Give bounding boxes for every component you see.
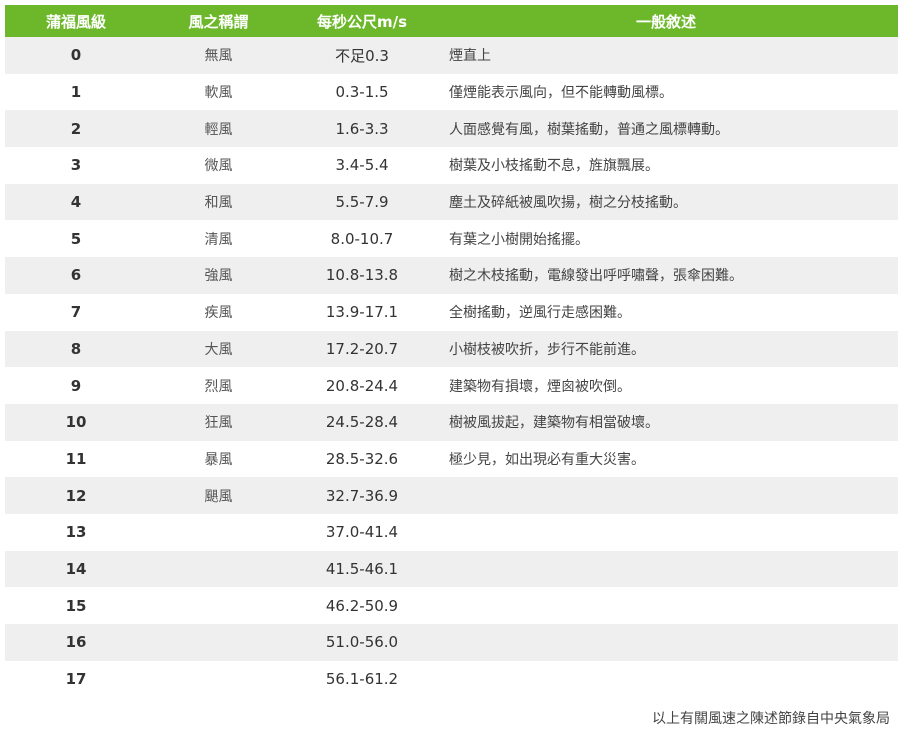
cell-description: 樹之木枝搖動，電線發出呼呼嘯聲，張傘困難。	[449, 268, 743, 285]
cell-name	[147, 587, 290, 624]
cell-speed: 3.4-5.4	[335, 156, 389, 175]
cell-description: 建築物有損壞，煙囪被吹倒。	[449, 378, 631, 395]
cell-level: 2	[70, 119, 82, 138]
cell-description	[434, 587, 898, 624]
cell-description: 樹葉及小枝搖動不息，旌旗飄展。	[449, 158, 659, 175]
cell-name: 颶風	[204, 488, 233, 505]
table-row: 16 51.0-56.0	[5, 624, 898, 661]
header-description: 一般敘述	[635, 12, 696, 31]
cell-name: 烈風	[204, 378, 233, 395]
cell-description: 塵土及碎紙被風吹揚，樹之分枝搖動。	[449, 195, 687, 212]
table-row: 10 狂風 24.5-28.4 樹被風拔起，建築物有相當破壞。	[5, 403, 898, 441]
table-row: 7 疾風 13.9-17.1 全樹搖動，逆風行走感困難。	[5, 293, 898, 331]
cell-description: 煙直上	[449, 48, 491, 65]
header-speed: 每秒公尺m/s	[316, 12, 408, 31]
cell-level: 1	[70, 83, 82, 102]
cell-name: 疾風	[204, 305, 233, 322]
cell-description: 全樹搖動，逆風行走感困難。	[449, 305, 631, 322]
cell-speed: 41.5-46.1	[325, 559, 399, 578]
cell-level: 8	[70, 339, 82, 358]
cell-description	[434, 477, 898, 514]
cell-name: 狂風	[204, 415, 233, 432]
cell-level: 9	[70, 376, 82, 395]
table-row: 14 41.5-46.1	[5, 550, 898, 588]
cell-speed: 37.0-41.4	[325, 523, 399, 542]
cell-level: 15	[65, 596, 87, 615]
cell-speed: 46.2-50.9	[325, 596, 399, 615]
cell-speed: 56.1-61.2	[325, 670, 399, 689]
table-row: 3 微風 3.4-5.4 樹葉及小枝搖動不息，旌旗飄展。	[5, 147, 898, 184]
cell-description	[434, 661, 898, 698]
cell-level: 7	[70, 303, 82, 322]
table-row: 6 強風 10.8-13.8 樹之木枝搖動，電線發出呼呼嘯聲，張傘困難。	[5, 257, 898, 294]
cell-name: 和風	[204, 195, 233, 212]
beaufort-scale-table: 蒲福風級 風之稱謂 每秒公尺m/s 一般敘述 0 無風 不足0.3 煙直上 1 軟風 0.3…	[5, 5, 898, 698]
cell-level: 13	[65, 523, 87, 542]
source-note: 以上有關風速之陳述節錄自中央氣象局	[652, 711, 890, 727]
cell-name: 軟風	[204, 85, 233, 102]
cell-speed: 28.5-32.6	[325, 449, 399, 468]
cell-level: 17	[65, 670, 87, 689]
cell-speed: 51.0-56.0	[325, 633, 399, 652]
cell-speed: 5.5-7.9	[335, 193, 389, 212]
header-name: 風之稱謂	[188, 12, 249, 31]
cell-level: 6	[70, 266, 82, 285]
cell-description: 小樹枝被吹折，步行不能前進。	[449, 341, 645, 358]
cell-name	[147, 551, 290, 588]
cell-level: 3	[70, 156, 82, 175]
cell-level: 16	[65, 633, 87, 652]
cell-description: 樹被風拔起，建築物有相當破壞。	[449, 415, 659, 432]
cell-name: 無風	[204, 48, 233, 65]
cell-speed: 20.8-24.4	[325, 376, 399, 395]
cell-speed: 24.5-28.4	[325, 413, 399, 432]
table-row: 13 37.0-41.4	[5, 513, 898, 551]
cell-speed: 32.7-36.9	[325, 486, 399, 505]
cell-description: 人面感覺有風，樹葉搖動，普通之風標轉動。	[449, 121, 729, 138]
cell-name: 清風	[204, 231, 233, 248]
cell-speed: 0.3-1.5	[335, 83, 389, 102]
table-row: 11 暴風 28.5-32.6 極少見，如出現必有重大災害。	[5, 440, 898, 478]
cell-description	[434, 514, 898, 551]
cell-speed: 1.6-3.3	[335, 119, 389, 138]
cell-description: 僅煙能表示風向，但不能轉動風標。	[449, 85, 673, 102]
cell-description: 有葉之小樹開始搖擺。	[449, 231, 589, 248]
cell-description	[434, 551, 898, 588]
table-row: 1 軟風 0.3-1.5 僅煙能表示風向，但不能轉動風標。	[5, 73, 898, 111]
cell-speed: 不足0.3	[335, 46, 389, 65]
cell-level: 12	[65, 486, 87, 505]
cell-speed: 10.8-13.8	[325, 266, 399, 285]
table-row: 12 颶風 32.7-36.9	[5, 477, 898, 514]
cell-name	[147, 661, 290, 698]
cell-name: 微風	[204, 158, 233, 175]
cell-level: 4	[70, 193, 82, 212]
table-row: 15 46.2-50.9	[5, 587, 898, 624]
cell-speed: 13.9-17.1	[325, 303, 399, 322]
cell-name: 暴風	[204, 451, 233, 468]
table-row: 4 和風 5.5-7.9 塵土及碎紙被風吹揚，樹之分枝搖動。	[5, 183, 898, 221]
table-row: 8 大風 17.2-20.7 小樹枝被吹折，步行不能前進。	[5, 330, 898, 368]
cell-name	[147, 514, 290, 551]
cell-name: 輕風	[204, 121, 233, 138]
table-row: 0 無風 不足0.3 煙直上	[5, 37, 898, 74]
cell-speed: 8.0-10.7	[330, 229, 394, 248]
header-level: 蒲福風級	[45, 12, 106, 31]
cell-name: 強風	[204, 268, 233, 285]
table-row: 5 清風 8.0-10.7 有葉之小樹開始搖擺。	[5, 220, 898, 258]
cell-level: 0	[70, 46, 82, 65]
cell-name: 大風	[204, 341, 233, 358]
table-row: 9 烈風 20.8-24.4 建築物有損壞，煙囪被吹倒。	[5, 367, 898, 404]
cell-speed: 17.2-20.7	[325, 339, 399, 358]
cell-level: 10	[65, 413, 87, 432]
cell-description	[434, 624, 898, 661]
cell-description: 極少見，如出現必有重大災害。	[449, 451, 645, 468]
cell-level: 5	[70, 229, 82, 248]
table-row: 17 56.1-61.2	[5, 660, 898, 698]
table-header: 蒲福風級 風之稱謂 每秒公尺m/s 一般敘述	[5, 5, 898, 37]
table-body: 0 無風 不足0.3 煙直上 1 軟風 0.3-1.5 僅煙能表示風向，但不能轉動風標。 2 輕風…	[5, 37, 898, 698]
cell-level: 11	[65, 449, 87, 468]
cell-level: 14	[65, 559, 87, 578]
table-row: 2 輕風 1.6-3.3 人面感覺有風，樹葉搖動，普通之風標轉動。	[5, 110, 898, 148]
cell-name	[147, 624, 290, 661]
